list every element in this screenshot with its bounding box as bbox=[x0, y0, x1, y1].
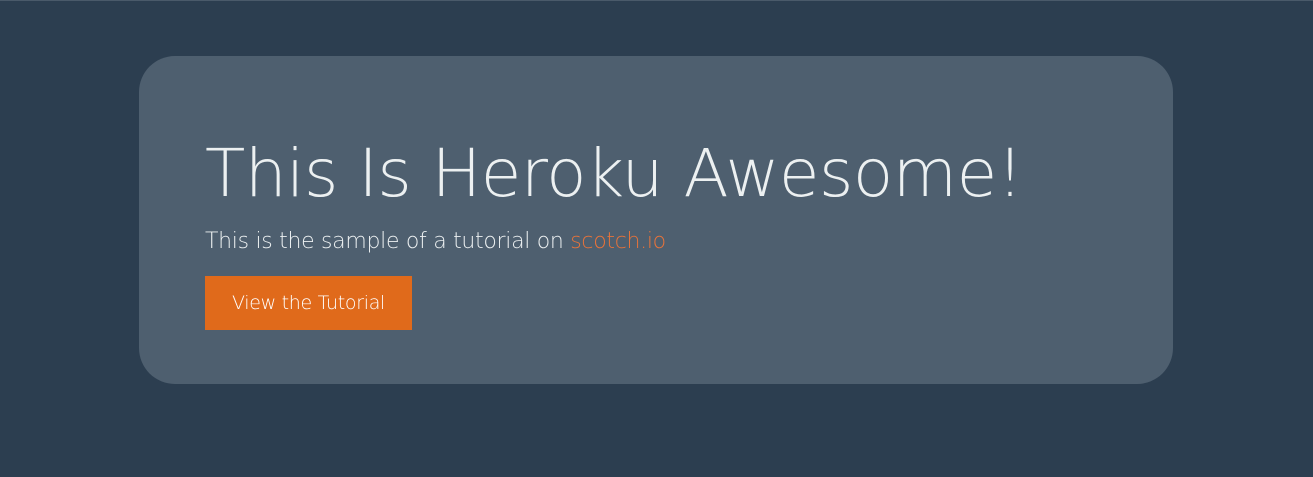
scotch-link[interactable]: scotch.io bbox=[570, 229, 666, 254]
hero-lead-text: This is the sample of a tutorial on bbox=[205, 229, 571, 254]
hero-lead: This is the sample of a tutorial on scot… bbox=[205, 228, 666, 256]
hero-panel: This Is Heroku Awesome! This is the samp… bbox=[139, 56, 1173, 384]
view-tutorial-button[interactable]: View the Tutorial bbox=[205, 276, 412, 330]
page-title: This Is Heroku Awesome! bbox=[205, 135, 1023, 212]
